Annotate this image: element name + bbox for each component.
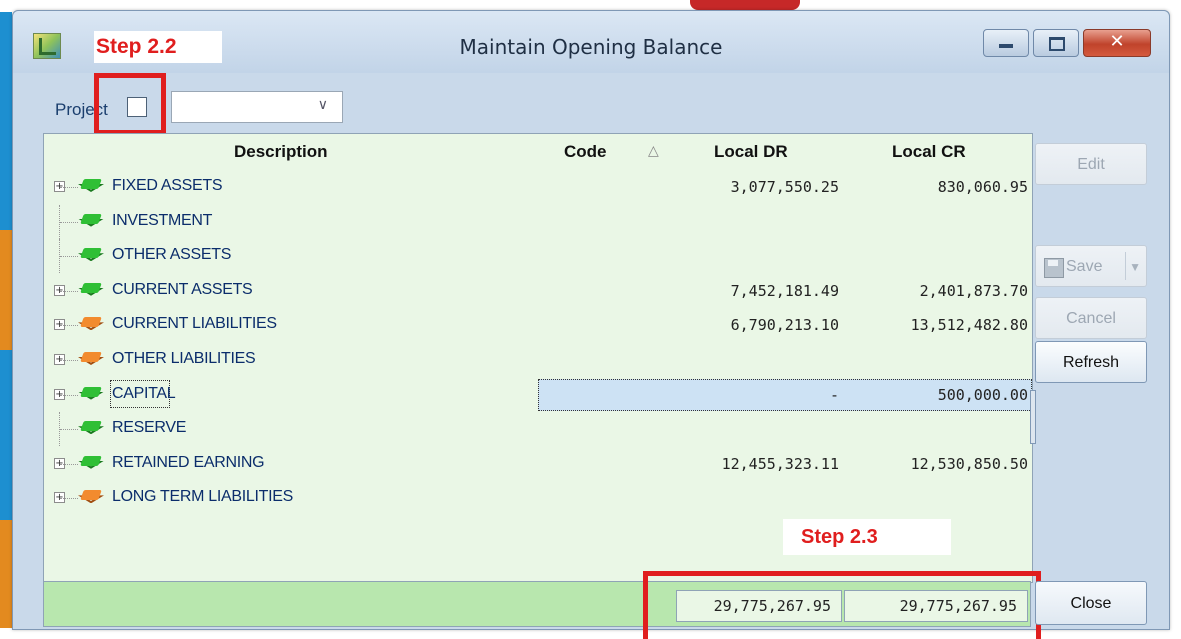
cell-description: INVESTMENT [112,211,213,229]
cell-description: CAPITAL [112,384,176,402]
table-row[interactable]: + CAPITAL -500,000.00 [44,378,1032,412]
tree-connector [60,290,78,292]
step-2-2-annotation: Step 2.2 [94,31,222,63]
column-header-local-cr[interactable]: Local CR [892,142,966,162]
account-type-icon [78,352,104,366]
cell-local-dr: 7,452,181.49 [730,281,839,300]
tree-connector [60,256,78,258]
minimize-button[interactable] [983,29,1029,57]
maximize-button[interactable] [1033,29,1079,57]
cell-local-cr: 830,060.95 [937,178,1028,196]
tree-connector [60,360,78,361]
minimize-icon [999,44,1013,48]
chevron-down-icon[interactable]: ∨ [318,97,328,113]
account-type-icon [78,248,104,262]
account-type-icon [78,282,104,297]
table-row[interactable]: + LONG TERM LIABILITIES [44,481,1032,515]
opening-balance-grid[interactable]: Description Code △ Local DR Local CR + FI… [43,133,1036,583]
tree-connector [60,325,78,327]
step-2-3-annotation: Step 2.3 [783,519,951,555]
step-2-2-highlight [94,73,166,135]
table-row[interactable]: + RETAINED EARNING 12,455,323.11 12,530,850… [44,447,1032,481]
grid-header: Description Code △ Local DR Local CR [44,134,1032,170]
close-window-button[interactable]: ✕ [1083,29,1151,57]
cell-local-cr: 13,512,482.80 [910,316,1028,335]
cell-description: FIXED ASSETS [112,177,223,194]
cell-description: CURRENT LIABILITIES [112,315,277,333]
cell-local-cr: 2,401,873.70 [919,281,1028,300]
table-row[interactable]: + FIXED ASSETS 3,077,550.25 830,060.95 [44,170,1032,204]
maximize-icon [1049,37,1065,51]
cell-description: OTHER LIABILITIES [112,350,256,367]
step-2-3-highlight [643,571,1041,639]
cell-local-dr: 3,077,550.25 [730,178,839,196]
table-row[interactable]: + CURRENT LIABILITIES 6,790,213.10 13,512,4… [44,308,1032,342]
tree-connector [60,221,78,223]
cell-description: RESERVE [112,419,187,437]
column-header-description[interactable]: Description [234,142,328,162]
table-row[interactable]: + OTHER LIABILITIES [44,343,1032,377]
sort-ascending-icon: △ [648,142,659,158]
tree-connector [60,498,78,500]
table-row[interactable]: OTHER ASSETS [44,239,1032,274]
maintain-opening-balance-window: Maintain Opening Balance ✕ Step 2.2 Proj… [12,10,1170,639]
background-strip [690,0,800,10]
account-type-icon [78,179,104,193]
account-type-icon [78,455,104,470]
edit-button[interactable]: Edit [1035,143,1147,185]
dropdown-arrow-icon[interactable]: ▼ [1129,246,1141,288]
save-button-label: Save [1066,258,1103,275]
cell-local-cr: 12,530,850.50 [910,454,1028,473]
cell-local-cr: 500,000.00 [937,385,1028,404]
close-button[interactable]: Close [1035,581,1147,625]
tree-connector [60,394,78,396]
cell-description: RETAINED EARNING [112,453,265,471]
account-type-icon [78,386,104,401]
save-button[interactable]: Save ▼ [1035,245,1147,287]
splitter-bar[interactable] [1030,390,1036,444]
cell-local-dr: - [829,385,839,404]
save-split-divider [1125,252,1126,280]
cell-description: LONG TERM LIABILITIES [112,488,294,506]
background-strip [0,230,12,350]
refresh-button[interactable]: Refresh [1035,341,1147,383]
background-strip [0,520,12,628]
account-type-icon [78,490,104,504]
tree-connector [60,429,78,431]
cell-local-dr: 12,455,323.11 [721,454,839,473]
table-row[interactable]: INVESTMENT [44,204,1032,239]
floppy-disk-icon [1044,258,1064,278]
cell-description: OTHER ASSETS [112,246,232,264]
cancel-button[interactable]: Cancel [1035,297,1147,339]
account-type-icon [78,421,104,435]
account-type-icon [78,213,104,228]
tree-connector [60,463,78,465]
table-row[interactable]: + CURRENT ASSETS 7,452,181.49 2,401,873.70 [44,274,1032,308]
close-icon: ✕ [1109,31,1125,52]
cell-local-dr: 6,790,213.10 [730,316,839,335]
column-header-local-dr[interactable]: Local DR [714,142,788,162]
splitter-handle[interactable] [1030,390,1036,444]
project-select[interactable]: ∨ [171,91,343,123]
column-header-code[interactable]: Code [564,142,607,162]
account-type-icon [78,317,104,331]
cell-description: CURRENT ASSETS [112,280,253,298]
table-row[interactable]: RESERVE [44,412,1032,447]
tree-connector [60,187,78,188]
